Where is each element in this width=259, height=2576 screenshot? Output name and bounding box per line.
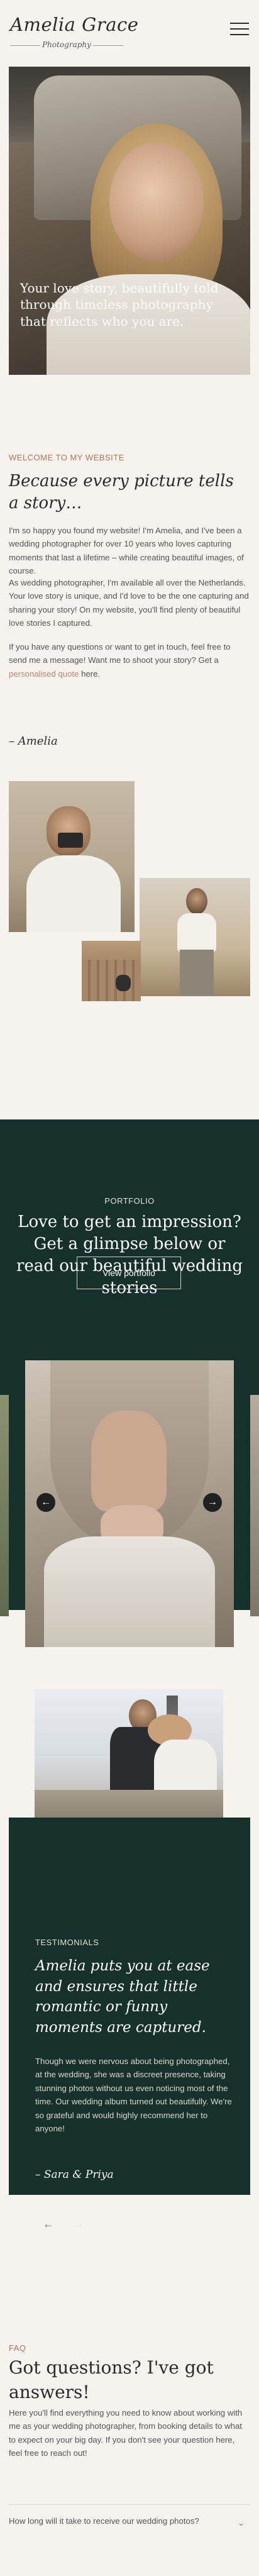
hero-tagline: Your love story, beautifully told throug… <box>20 280 219 329</box>
intro-paragraph-1: I'm so happy you found my website! I'm A… <box>9 526 244 576</box>
carousel-prev-button[interactable]: ← <box>36 1493 55 1512</box>
testimonial-author: – Sara & Priya <box>35 2168 114 2181</box>
signature: – Amelia <box>9 735 58 748</box>
intro-title: Because every picture tells a story… <box>9 472 234 513</box>
logo-divider-right <box>93 45 123 46</box>
testimonial-couple-photo <box>35 1689 223 1818</box>
logo-subtitle: Photography <box>42 40 91 49</box>
intro-kicker: WELCOME TO MY WEBSITE <box>9 453 124 462</box>
testimonials-kicker: TESTIMONIALS <box>35 1938 99 1947</box>
intro-paragraph-3: If you have any questions or want to get… <box>9 640 250 680</box>
chevron-down-icon[interactable]: ⌄ <box>238 2518 245 2528</box>
intro-p3-tail: here. <box>79 669 101 679</box>
faq-title: Got questions? I've got answers! <box>9 2357 214 2402</box>
faq-intro: Here you'll find everything you need to … <box>9 2408 243 2458</box>
carousel-prev-slide-peek <box>0 1395 9 1616</box>
portfolio-kicker: PORTFOLIO <box>104 1196 155 1206</box>
photographer-photo <box>9 781 135 932</box>
quote-link[interactable]: personalised quote <box>9 669 79 679</box>
carousel-next-slide-peek <box>250 1395 259 1616</box>
view-portfolio-button[interactable]: View portfolio <box>77 1257 181 1289</box>
intro-paragraph-2: As wedding photographer, I'm available a… <box>9 578 249 628</box>
hamburger-menu-icon[interactable] <box>230 23 249 36</box>
photographer-standing-photo <box>140 878 250 996</box>
faq-kicker: FAQ <box>9 2343 26 2353</box>
testimonial-next-arrow-icon[interactable]: → <box>73 2218 84 2231</box>
testimonial-body: Though we were nervous about being photo… <box>35 2057 232 2133</box>
testimonial-quote: Amelia puts you at ease and ensures that… <box>35 1958 210 2036</box>
carousel-next-button[interactable]: → <box>203 1493 222 1512</box>
intro-p3-text: If you have any questions or want to get… <box>9 642 231 665</box>
faq-divider <box>9 2504 250 2505</box>
faq-question-1[interactable]: How long will it take to receive our wed… <box>9 2514 223 2528</box>
testimonial-prev-arrow-icon[interactable]: ← <box>43 2218 54 2231</box>
hero-bride-face <box>109 142 204 262</box>
venue-photo <box>82 941 141 1001</box>
site-logo[interactable]: Amelia Grace <box>10 14 138 35</box>
site-header: Amelia Grace Photography <box>0 0 259 63</box>
